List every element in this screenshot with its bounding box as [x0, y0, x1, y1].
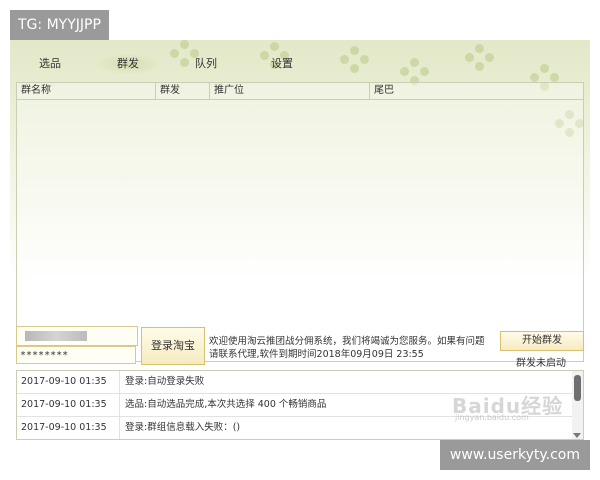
tab-settings[interactable]: 设置	[252, 54, 312, 74]
column-header-tail[interactable]: 尾巴	[369, 83, 574, 99]
blurred-username	[25, 331, 87, 341]
password-input[interactable]: ********	[16, 346, 136, 364]
overlay-tg-label: TG: MYYJJPP	[10, 10, 109, 40]
log-time: 2017-09-10 01:35	[17, 417, 120, 439]
column-header-send[interactable]: 群发	[155, 83, 206, 99]
group-table[interactable]: 群名称 群发 推广位 尾巴	[16, 82, 584, 362]
table-header: 群名称 群发 推广位 尾巴	[17, 83, 583, 100]
column-header-group-name[interactable]: 群名称	[21, 83, 151, 99]
log-scrollbar[interactable]	[572, 371, 583, 439]
scroll-thumb[interactable]	[574, 375, 581, 401]
log-message: 登录:群组信息载入失败：()	[125, 422, 241, 433]
tab-bar: 选品 群发 队列 设置	[10, 54, 410, 74]
scroll-down-arrow-icon[interactable]	[573, 433, 581, 438]
log-message: 选品:自动选品完成,本次共选择 400 个畅销商品	[125, 399, 327, 410]
tab-queue[interactable]: 队列	[176, 54, 236, 74]
tab-group-send[interactable]: 群发	[96, 54, 160, 74]
log-time: 2017-09-10 01:35	[17, 371, 120, 393]
log-time: 2017-09-10 01:35	[17, 394, 120, 416]
start-group-send-button[interactable]: 开始群发	[500, 331, 584, 351]
blossom-decoration-3	[465, 44, 495, 74]
tab-select-products[interactable]: 选品	[20, 54, 80, 74]
login-taobao-button[interactable]: 登录淘宝	[141, 327, 205, 365]
baidu-watermark-url: jingyan.baidu.com	[455, 413, 529, 422]
username-input[interactable]	[16, 326, 138, 346]
column-header-promo-slot[interactable]: 推广位	[209, 83, 366, 99]
app-window: 选品 群发 队列 设置 群名称 群发 推广位 尾巴 ******** 登录淘宝 …	[10, 40, 590, 440]
send-status-text: 群发未启动	[516, 358, 566, 369]
overlay-site-label: www.userkyty.com	[439, 440, 590, 470]
welcome-message: 欢迎使用淘云推团战分佣系统，我们将竭诚为您服务。如果有问题请联系代理,软件到期时…	[209, 336, 485, 360]
log-message: 登录:自动登录失败	[125, 376, 205, 387]
